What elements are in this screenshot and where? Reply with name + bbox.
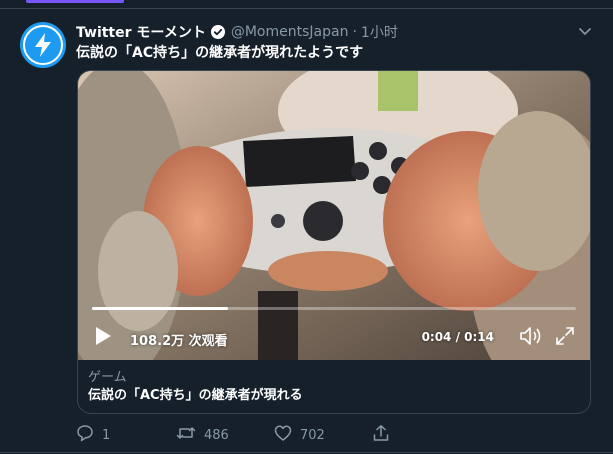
video-player[interactable]: 108.2万 次观看 0:04 / 0:14 — [78, 71, 590, 360]
video-progress-bar[interactable] — [92, 307, 576, 310]
reply-icon — [76, 424, 94, 446]
video-progress-fill — [92, 307, 228, 310]
video-frame — [78, 71, 590, 360]
card-title[interactable]: 伝説の「AC持ち」の継承者が現れる — [88, 387, 580, 405]
like-button[interactable]: 702 — [274, 424, 325, 446]
card-meta: ゲーム 伝説の「AC持ち」の継承者が現れる — [78, 360, 590, 405]
retweet-icon — [176, 424, 196, 446]
top-divider — [0, 8, 613, 9]
separator-dot: · — [352, 24, 357, 40]
view-count: 108.2万 次观看 — [130, 334, 228, 349]
like-count: 702 — [300, 427, 325, 443]
retweet-count: 486 — [204, 427, 229, 443]
card-category: ゲーム — [88, 370, 127, 385]
user-handle[interactable]: @MomentsJapan — [231, 24, 349, 40]
share-button[interactable] — [372, 424, 390, 446]
lightning-bolt-icon — [23, 25, 63, 65]
retweet-button[interactable]: 486 — [176, 424, 229, 446]
reply-count: 1 — [102, 427, 111, 443]
heart-icon — [274, 424, 292, 446]
play-icon[interactable] — [92, 325, 114, 347]
media-card[interactable]: 108.2万 次观看 0:04 / 0:14 ゲーム 伝説の「AC持ち」の継承者… — [77, 70, 591, 414]
tweet-timeline-item: Twitter モーメント @MomentsJapan · 1小时 伝説の「AC… — [0, 0, 613, 454]
tweet-text: 伝説の「AC持ち」の継承者が現れたようです — [76, 45, 364, 61]
volume-icon[interactable] — [518, 324, 544, 348]
display-name[interactable]: Twitter モーメント — [76, 22, 206, 42]
timestamp[interactable]: 1小时 — [361, 22, 398, 42]
tweet-header: Twitter モーメント @MomentsJapan · 1小时 — [76, 22, 573, 42]
reply-button[interactable]: 1 — [76, 424, 110, 446]
bottom-divider — [0, 452, 613, 453]
tab-indicator — [26, 0, 124, 3]
share-icon — [372, 424, 390, 446]
video-timecode: 0:04 / 0:14 — [421, 330, 494, 344]
verified-badge-icon — [210, 24, 226, 40]
chevron-down-icon[interactable] — [577, 24, 593, 40]
avatar[interactable] — [20, 22, 66, 68]
fullscreen-icon[interactable] — [554, 325, 576, 347]
